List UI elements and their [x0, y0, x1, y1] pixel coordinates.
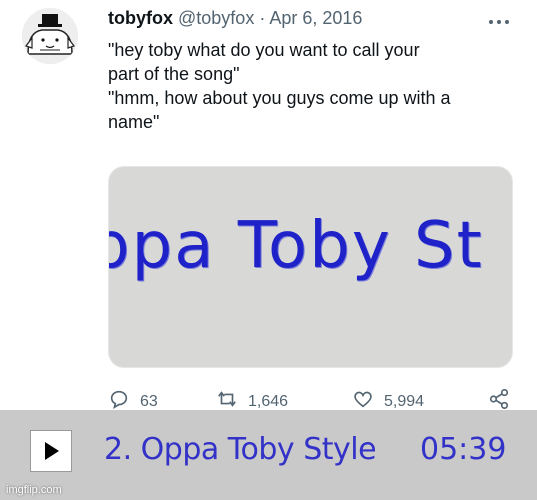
tweet-image[interactable]: ppa Toby St — [108, 166, 513, 368]
separator: · — [259, 8, 266, 28]
tweet-line: "hey toby what do you want to call your — [108, 40, 420, 60]
track-title: 2. Oppa Toby Style — [104, 432, 377, 467]
retweet-count: 1,646 — [248, 392, 289, 410]
media-caption: ppa Toby St — [108, 209, 484, 283]
track-duration: 05:39 — [420, 432, 507, 467]
author-name[interactable]: tobyfox — [108, 8, 173, 28]
reply-count: 63 — [140, 392, 158, 410]
tweet-header: tobyfox @tobyfox · Apr 6, 2016 — [108, 8, 362, 29]
dog-avatar-icon — [22, 8, 78, 64]
play-icon — [45, 442, 59, 460]
tweet-actions: 63 1,646 5,994 — [108, 388, 518, 412]
play-button[interactable] — [30, 430, 72, 472]
tweet-date[interactable]: Apr 6, 2016 — [269, 8, 362, 28]
watermark: imgflip.com — [6, 484, 62, 496]
tweet-line: part of the song" — [108, 64, 240, 84]
more-icon[interactable] — [488, 10, 510, 31]
like-count: 5,994 — [384, 392, 425, 410]
tweet: tobyfox @tobyfox · Apr 6, 2016 "hey toby… — [0, 0, 537, 410]
author-handle[interactable]: @tobyfox — [178, 8, 254, 28]
tweet-line: "hmm, how about you guys come up with a — [108, 88, 451, 108]
avatar[interactable] — [22, 8, 78, 64]
tweet-line: name" — [108, 112, 160, 132]
tweet-text: "hey toby what do you want to call your … — [108, 38, 528, 134]
music-player: 2. Oppa Toby Style 05:39 — [0, 410, 537, 500]
